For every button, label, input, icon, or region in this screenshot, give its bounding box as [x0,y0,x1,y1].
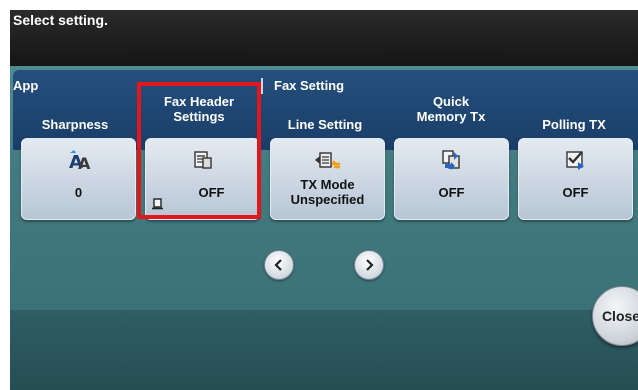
fax-header-settings-tile[interactable]: OFF [145,138,260,220]
group-label-fax-setting: Fax Setting [274,78,345,93]
polling-tx-value: OFF [562,185,589,200]
screen: Select setting. App Fax Setting Sharpnes… [10,10,638,390]
polling-tx-tile[interactable]: OFF [518,138,633,220]
settings-panel: App Fax Setting Sharpness Fax Header Set… [10,66,638,310]
column-label-line-setting: Line Setting [287,117,363,132]
chevron-right-icon [366,259,374,271]
group-label-app: App [13,78,39,93]
close-button-label: Close [601,308,638,324]
line-setting-value: TX Mode Unspecified [290,177,365,207]
column-label-sharpness: Sharpness [41,117,109,132]
quick-memory-tx-tile[interactable]: OFF [394,138,509,220]
indicator-icon [152,197,164,210]
sharpness-icon: A A [22,149,135,171]
column-label-polling-tx: Polling TX [542,117,606,132]
line-setting-icon [271,149,384,171]
group-divider [261,78,263,94]
sharpness-tile[interactable]: A A 0 [21,138,136,220]
column-label-quick-memory-tx: Quick Memory Tx [416,94,486,124]
line-setting-tile[interactable]: TX Mode Unspecified [270,138,385,220]
fax-header-settings-value: OFF [198,185,225,200]
message-text: Select setting. [13,12,108,28]
page-next-button[interactable] [354,250,384,280]
quick-memory-tx-value: OFF [438,185,465,200]
page-prev-button[interactable] [264,250,294,280]
sharpness-value: 0 [74,185,83,200]
chevron-left-icon [274,259,282,271]
column-label-fax-header-settings: Fax Header Settings [163,94,235,124]
fax-header-icon [146,149,259,171]
svg-text:A: A [78,154,91,171]
bottom-band [10,310,638,390]
message-bar: Select setting. [10,10,638,66]
quick-memory-tx-icon [395,149,508,171]
polling-tx-icon [519,149,632,171]
